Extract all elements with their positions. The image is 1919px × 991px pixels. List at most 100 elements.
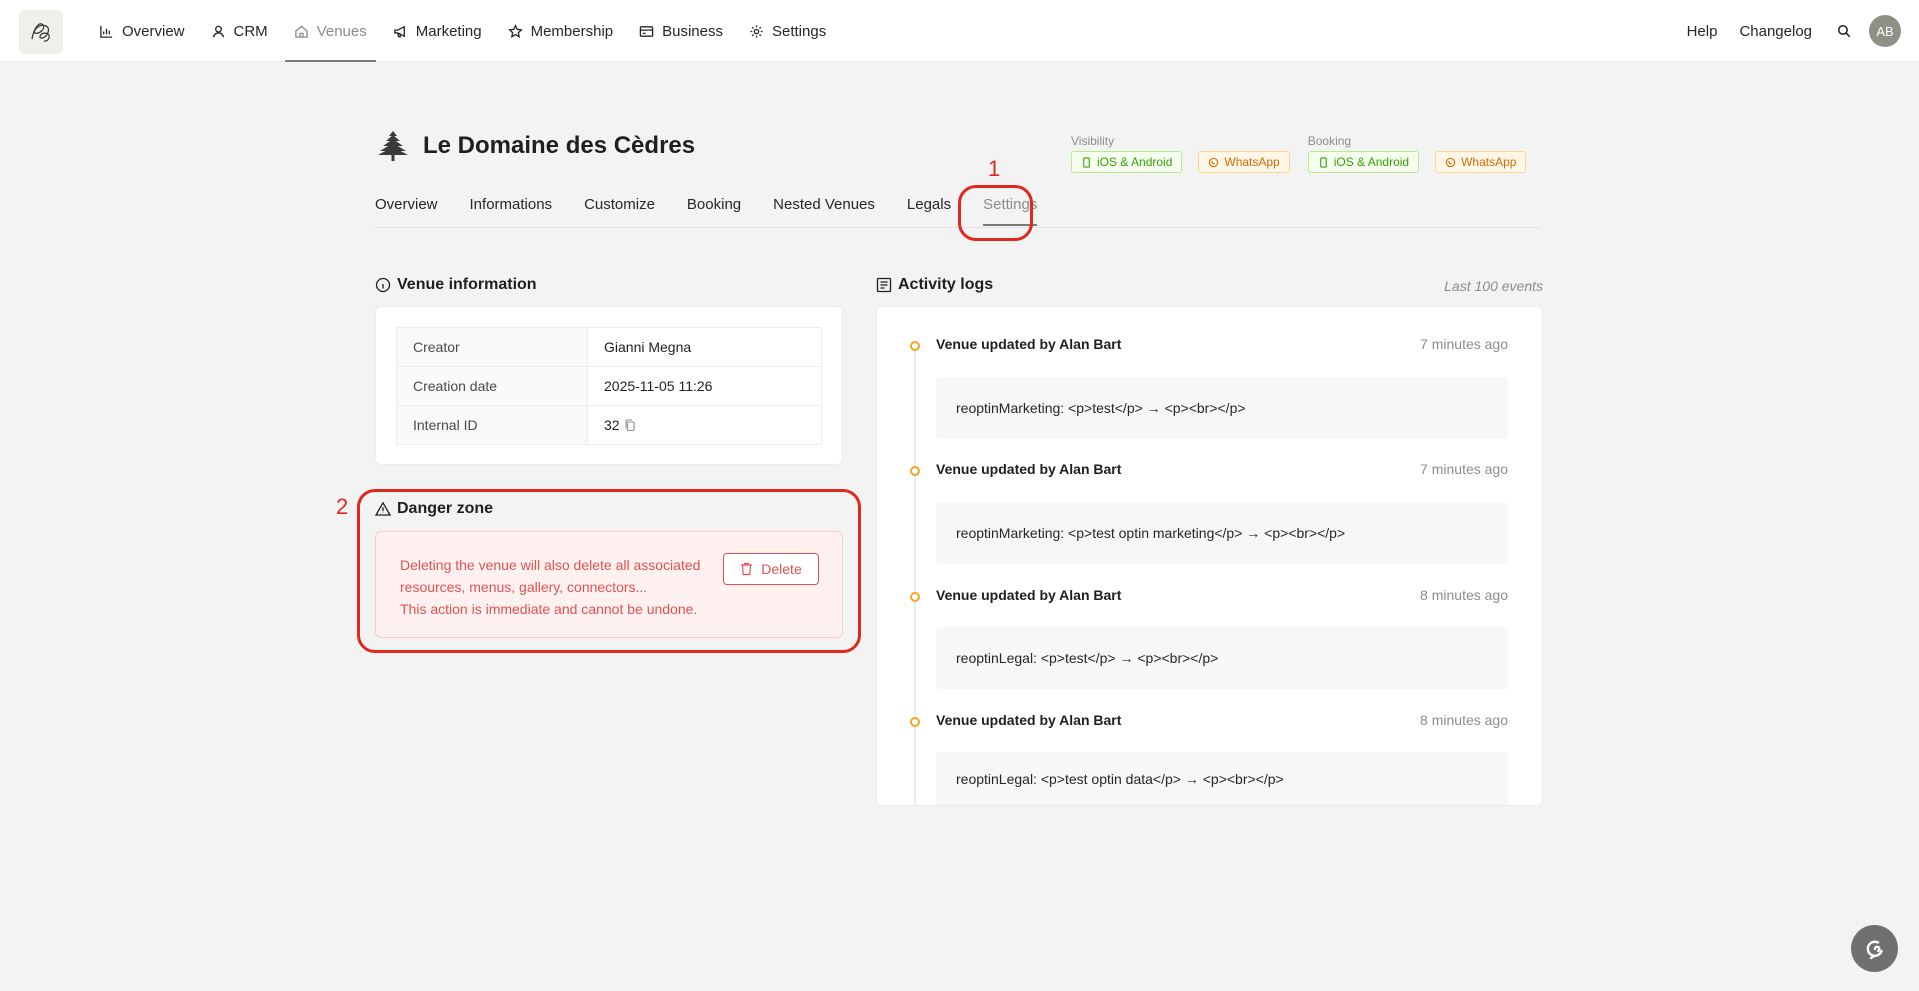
tab-legals[interactable]: Legals (907, 192, 951, 228)
table-row: Creator Gianni Megna (396, 327, 822, 367)
log-title: Venue updated by Alan Bart (936, 336, 1122, 352)
search-button[interactable] (1829, 16, 1859, 46)
log-time: 7 minutes ago (1420, 461, 1508, 477)
log-entry-header: Venue updated by Alan Bart 8 minutes ago (936, 712, 1508, 728)
table-row: Creation date 2025-11-05 11:26 (396, 366, 822, 406)
danger-zone-card: Deleting the venue will also delete all … (375, 531, 843, 638)
timeline-dot (910, 717, 920, 727)
venue-title: Le Domaine des Cèdres (423, 132, 696, 159)
venue-information-heading: Venue information (375, 276, 537, 294)
log-entry-header: Venue updated by Alan Bart 8 minutes ago (936, 587, 1508, 603)
activity-logs-heading: Activity logs (876, 276, 993, 294)
activity-logs-subtitle: Last 100 events (1444, 278, 1543, 294)
chip-label: WhatsApp (1224, 155, 1280, 169)
tab-overview[interactable]: Overview (375, 192, 438, 228)
log-entry-change: reoptinMarketing: <p>test</p> → <p><br><… (936, 377, 1508, 439)
nav-item-business[interactable]: Business (626, 0, 736, 62)
info-icon (375, 277, 391, 293)
brand-logo[interactable] (19, 10, 63, 54)
nav-item-crm[interactable]: CRM (198, 0, 281, 62)
danger-zone-line-1: Deleting the venue will also delete all … (400, 557, 701, 595)
log-time: 8 minutes ago (1420, 587, 1508, 603)
log-entry-change: reoptinLegal: <p>test optin data</p> → <… (936, 752, 1508, 805)
trash-icon (741, 562, 753, 576)
section-title: Venue information (397, 276, 537, 293)
log-title: Venue updated by Alan Bart (936, 461, 1122, 477)
booking-ios-chip[interactable]: iOS & Android (1307, 151, 1420, 173)
row-key: Creator (396, 327, 588, 367)
row-value: Gianni Megna (587, 327, 822, 367)
tab-booking[interactable]: Booking (687, 192, 741, 228)
home-icon (294, 24, 308, 38)
log-time: 8 minutes ago (1420, 712, 1508, 728)
delete-venue-button[interactable]: Delete (723, 553, 819, 585)
visibility-ios-chip[interactable]: iOS & Android (1071, 151, 1183, 173)
whatsapp-icon (1445, 157, 1456, 167)
log-entry-header: Venue updated by Alan Bart 7 minutes ago (936, 336, 1508, 352)
timeline-dot (910, 341, 920, 351)
chip-label: iOS & Android (1097, 155, 1173, 169)
nav-item-label: Business (662, 22, 723, 40)
cedar-tree-icon (378, 131, 408, 161)
warning-icon (375, 501, 391, 516)
delete-label: Delete (761, 561, 802, 577)
log-entry-change: reoptinLegal: <p>test</p> → <p><br></p> (936, 627, 1508, 689)
visibility-whatsapp-chip[interactable]: WhatsApp (1198, 151, 1290, 173)
star-icon (507, 23, 523, 38)
booking-group: Booking iOS & Android WhatsApp (1307, 134, 1527, 173)
user-icon (212, 25, 224, 37)
tab-informations[interactable]: Informations (470, 192, 553, 228)
chip-label: WhatsApp (1461, 155, 1517, 169)
gear-icon (750, 24, 763, 38)
tab-customize[interactable]: Customize (584, 192, 655, 228)
timeline-dot (910, 466, 920, 476)
chat-icon (1866, 940, 1883, 959)
top-navigation-bar: Overview CRM Venues Marketing Membership… (0, 0, 1919, 62)
nav-item-membership[interactable]: Membership (495, 0, 627, 62)
log-entry-header: Venue updated by Alan Bart 7 minutes ago (936, 461, 1508, 477)
nav-item-label: Venues (316, 22, 367, 40)
booking-label: Booking (1307, 134, 1352, 148)
platform-chips: Visibility iOS & Android WhatsApp Bookin… (1071, 134, 1527, 173)
visibility-label: Visibility (1071, 134, 1115, 148)
table-row: Internal ID 32 (396, 405, 822, 445)
nav-item-label: CRM (233, 22, 268, 40)
phone-icon (1083, 156, 1090, 168)
phone-icon (1319, 156, 1327, 168)
nav-right: Help Changelog AB (1676, 0, 1901, 62)
nav-item-marketing[interactable]: Marketing (380, 0, 495, 62)
annotation-number-1: 1 (988, 156, 1001, 181)
nav-item-settings[interactable]: Settings (736, 0, 839, 62)
danger-zone-line-2: This action is immediate and cannot be u… (400, 601, 698, 617)
nav-item-venues[interactable]: Venues (281, 0, 380, 62)
whatsapp-icon (1209, 157, 1219, 167)
row-value: 2025-11-05 11:26 (587, 366, 822, 406)
section-title: Activity logs (898, 276, 994, 293)
venue-header: Le Domaine des Cèdres (375, 128, 695, 164)
user-avatar[interactable]: AB (1869, 15, 1901, 47)
section-title: Danger zone (397, 500, 494, 517)
visibility-group: Visibility iOS & Android WhatsApp (1071, 134, 1290, 173)
support-chat-button[interactable] (1851, 925, 1898, 972)
nav-item-overview[interactable]: Overview (86, 0, 198, 62)
annotation-number-2: 2 (336, 494, 349, 519)
row-value: 32 (604, 417, 620, 433)
danger-zone-heading: Danger zone (375, 500, 493, 518)
tab-nested-venues[interactable]: Nested Venues (773, 192, 875, 228)
changelog-link[interactable]: Changelog (1728, 23, 1823, 40)
brand-logo-icon (31, 23, 50, 42)
nav-item-label: Overview (122, 22, 185, 40)
log-title: Venue updated by Alan Bart (936, 587, 1122, 603)
venue-information-table: Creator Gianni Megna Creation date 2025-… (396, 327, 822, 445)
chip-label: iOS & Android (1333, 155, 1410, 169)
annotation-box-1 (958, 185, 1033, 241)
nav-item-label: Marketing (415, 22, 482, 40)
wallet-icon (639, 25, 654, 37)
help-link[interactable]: Help (1676, 23, 1729, 40)
search-icon (1837, 24, 1851, 38)
log-title: Venue updated by Alan Bart (936, 712, 1122, 728)
copy-icon[interactable] (624, 419, 636, 432)
list-icon (876, 277, 892, 293)
booking-whatsapp-chip[interactable]: WhatsApp (1435, 151, 1527, 173)
nav-item-label: Membership (530, 22, 614, 40)
